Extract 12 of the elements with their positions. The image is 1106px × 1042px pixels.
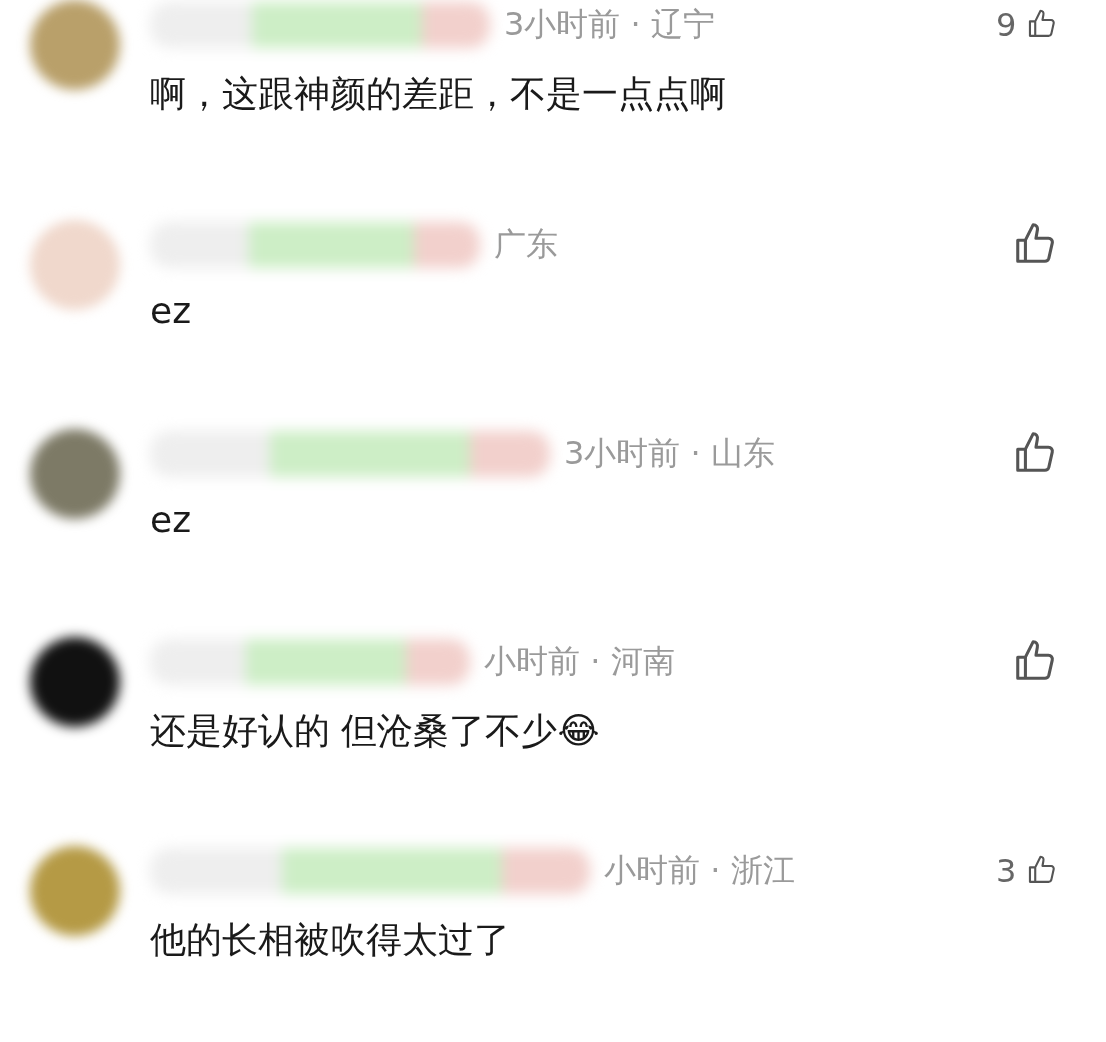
comment-meta: 小时前 · 浙江 <box>604 849 795 891</box>
comment-meta: 3小时前 · 山东 <box>564 432 775 474</box>
comment-text: 他的长相被吹得太过了 <box>150 917 511 962</box>
like-count: 3 <box>996 850 1017 892</box>
comment-text: 还是好认的 但沧桑了不少😂 <box>150 709 601 754</box>
comment-text: ez <box>150 498 193 540</box>
comment-meta: 广东 <box>494 224 558 266</box>
comment-meta: 小时前 · 河南 <box>484 641 675 683</box>
comment-text: ez <box>150 290 193 332</box>
comment-text: 啊，这跟神颜的差距，不是一点点啊 <box>150 72 727 116</box>
comment-meta: 3小时前 · 辽宁 <box>504 4 715 45</box>
like-count: 9 <box>996 5 1017 46</box>
